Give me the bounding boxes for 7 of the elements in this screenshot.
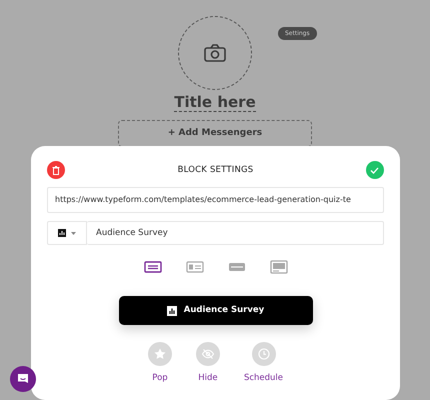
preview-label: Audience Survey — [184, 304, 264, 317]
sheet-title: BLOCK SETTINGS — [178, 164, 254, 176]
url-field[interactable]: https://www.typeform.com/templates/ecommerce-lead-generation-quiz-te — [47, 187, 384, 213]
preview-button[interactable]: Audience Survey — [118, 296, 312, 325]
action-button[interactable]: Schedule — [244, 342, 284, 385]
name-field[interactable]: Audience Survey — [87, 221, 384, 245]
page-title[interactable]: Title here — [174, 93, 256, 112]
